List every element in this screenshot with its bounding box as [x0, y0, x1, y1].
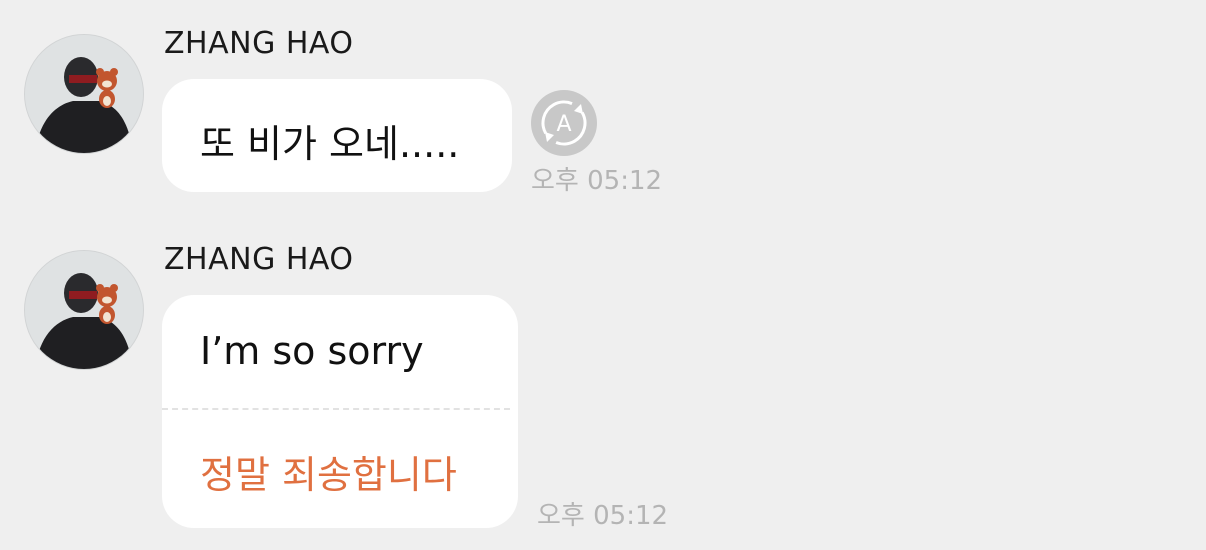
avatar-image: [25, 251, 143, 369]
translation-divider: [162, 408, 510, 410]
avatar[interactable]: [24, 250, 144, 370]
message-bubble[interactable]: I’m so sorry 정말 죄송합니다: [162, 295, 518, 528]
translation-text: 정말 죄송합니다: [200, 453, 457, 497]
timestamp: 오후 05:12: [537, 501, 669, 531]
sender-name: ZHANG HAO: [164, 242, 354, 277]
message-2: ZHANG HAO I’m so sorry 정말 죄송합니다 오후 05:12: [0, 0, 1206, 550]
message-text: I’m so sorry: [200, 329, 424, 373]
